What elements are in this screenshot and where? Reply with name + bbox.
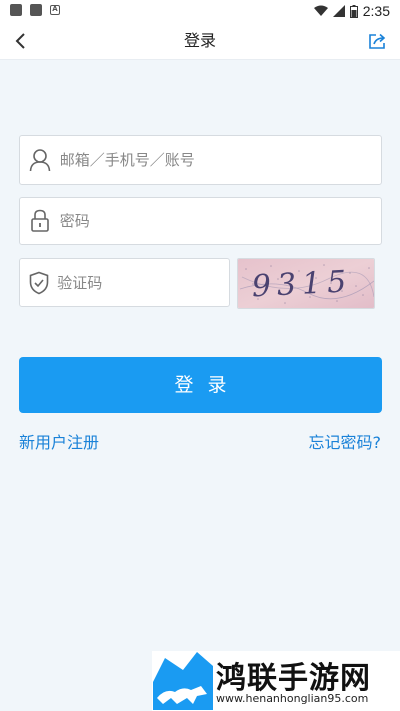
captcha-text: 9315 — [251, 264, 353, 304]
account-input[interactable] — [57, 136, 381, 184]
password-field[interactable] — [19, 197, 382, 245]
page-title: 登录 — [183, 31, 216, 50]
login-button[interactable]: 登录 — [19, 357, 382, 413]
notification-a-icon: A — [50, 5, 60, 15]
back-button[interactable] — [6, 26, 34, 56]
battery-icon — [349, 4, 358, 18]
signal-icon — [332, 5, 345, 17]
password-input[interactable] — [57, 198, 381, 244]
status-bar: A 2:35 — [0, 0, 400, 22]
user-icon — [22, 136, 58, 184]
watermark-url: www.henanhonglian95.com — [216, 692, 369, 705]
share-button[interactable] — [364, 27, 392, 55]
watermark: 鸿联手游网 www.henanhonglian95.com — [152, 651, 400, 711]
wifi-icon — [313, 5, 328, 16]
clock: 2:35 — [362, 3, 390, 19]
app-header: 登录 — [0, 22, 400, 60]
register-link[interactable]: 新用户注册 — [19, 429, 99, 453]
watermark-brand: 鸿联手游网 — [216, 661, 371, 696]
share-icon — [369, 33, 386, 49]
captcha-image[interactable]: 9315 — [237, 258, 375, 309]
watermark-logo — [153, 652, 213, 710]
shield-check-icon — [22, 259, 55, 306]
account-field[interactable] — [19, 135, 382, 185]
notification-icon — [10, 4, 22, 16]
chevron-left-icon — [15, 33, 25, 49]
forgot-password-link[interactable]: 忘记密码? — [309, 429, 382, 453]
captcha-input[interactable] — [55, 259, 229, 306]
lock-icon — [22, 198, 58, 244]
notification-icon — [30, 4, 42, 16]
captcha-field[interactable] — [19, 258, 230, 307]
